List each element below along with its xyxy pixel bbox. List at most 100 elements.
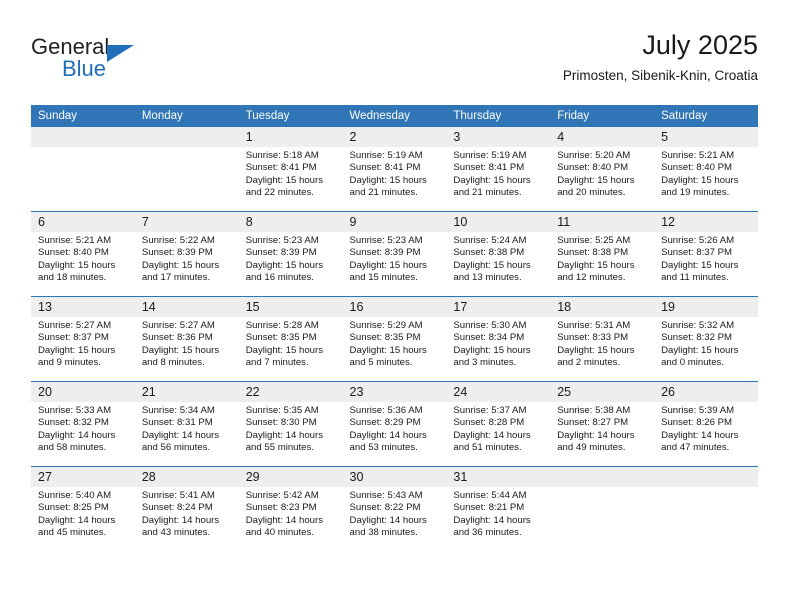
daylight-duration-line2: and 58 minutes. [38,442,107,454]
calendar-day-cell[interactable]: 4 Sunrise: 5:20 AM Sunset: 8:40 PM Daylight… [550,127,655,211]
calendar-day-cell[interactable]: 24 Sunrise: 5:37 AM Sunset: 8:28 PM Dayligh… [446,381,551,466]
calendar-day-cell[interactable]: 11 Sunrise: 5:25 AM Sunset: 8:38 PM Dayligh… [550,211,655,296]
daylight-duration-line1: Daylight: 15 hours [38,344,116,356]
daylight-duration-line2: and 7 minutes. [245,357,309,369]
sunrise-time: Sunrise: 5:39 AM [661,405,735,416]
day-details: Sunrise: 5:40 AM Sunset: 8:25 PM Daylight:… [31,487,135,540]
day-number: 6 [31,212,135,232]
page-title: July 2025 [642,30,758,60]
day-details: Sunrise: 5:31 AM Sunset: 8:33 PM Daylight:… [550,317,654,370]
calendar-day-cell[interactable]: 31 Sunrise: 5:44 AM Sunset: 8:21 PM Dayligh… [446,466,551,551]
day-number: 12 [654,212,758,232]
sunset-time: Sunset: 8:24 PM [141,502,213,514]
sunrise-time: Sunrise: 5:22 AM [141,235,215,246]
calendar-day-cell[interactable]: 28 Sunrise: 5:41 AM Sunset: 8:24 PM Dayligh… [134,466,239,551]
day-details: Sunrise: 5:38 AM Sunset: 8:27 PM Daylight:… [550,402,654,455]
calendar-day-cell[interactable]: 17 Sunrise: 5:30 AM Sunset: 8:34 PM Dayligh… [446,296,551,381]
daylight-duration-line1: Daylight: 14 hours [453,429,531,441]
calendar-day-cell[interactable]: 5 Sunrise: 5:21 AM Sunset: 8:40 PM Daylight… [654,127,758,211]
calendar-day-cell[interactable]: 2 Sunrise: 5:19 AM Sunset: 8:41 PM Daylight… [342,127,447,211]
day-number: 1 [238,127,343,147]
sunset-time: Sunset: 8:32 PM [661,332,732,344]
day-details: Sunrise: 5:21 AM Sunset: 8:40 PM Daylight:… [654,147,758,200]
sunrise-time: Sunrise: 5:34 AM [141,405,215,416]
day-number: 29 [238,467,343,487]
calendar-day-cell[interactable]: 7 Sunrise: 5:22 AM Sunset: 8:39 PM Daylight… [134,211,239,296]
sunset-time: Sunset: 8:41 PM [245,162,317,174]
day-number: 4 [550,127,655,147]
sunset-time: Sunset: 8:26 PM [661,417,732,429]
sunset-time: Sunset: 8:36 PM [141,332,213,344]
daylight-duration-line2: and 16 minutes. [245,272,314,284]
calendar-day-cell[interactable]: 25 Sunrise: 5:38 AM Sunset: 8:27 PM Dayligh… [550,381,655,466]
day-number: 3 [446,127,551,147]
calendar-day-cell[interactable]: 12 Sunrise: 5:26 AM Sunset: 8:37 PM Dayligh… [654,211,758,296]
day-number: 19 [654,297,758,317]
sunset-time: Sunset: 8:34 PM [453,332,525,344]
calendar-day-cell[interactable]: 23 Sunrise: 5:36 AM Sunset: 8:29 PM Dayligh… [342,381,447,466]
daylight-duration-line2: and 18 minutes. [38,272,107,284]
daylight-duration-line2: and 43 minutes. [141,527,211,539]
calendar-day-cell[interactable]: 1 Sunrise: 5:18 AM Sunset: 8:41 PM Daylight… [238,127,343,211]
day-details: Sunrise: 5:33 AM Sunset: 8:32 PM Daylight:… [31,402,135,455]
daylight-duration-line1: Daylight: 15 hours [245,259,324,271]
day-details: Sunrise: 5:19 AM Sunset: 8:41 PM Daylight:… [446,147,550,200]
sunset-time: Sunset: 8:29 PM [349,417,421,429]
day-number: 2 [342,127,447,147]
calendar-day-cell[interactable]: 19 Sunrise: 5:32 AM Sunset: 8:32 PM Dayligh… [654,296,758,381]
calendar-day-cell[interactable]: 13 Sunrise: 5:27 AM Sunset: 8:37 PM Dayligh… [31,296,135,381]
sunrise-time: Sunrise: 5:41 AM [141,490,215,501]
sunrise-time: Sunrise: 5:23 AM [245,235,319,246]
day-details: Sunrise: 5:23 AM Sunset: 8:39 PM Daylight:… [343,232,447,285]
calendar-day-cell[interactable]: 27 Sunrise: 5:40 AM Sunset: 8:25 PM Dayligh… [31,466,135,551]
sunrise-time: Sunrise: 5:29 AM [349,320,423,331]
sunrise-time: Sunrise: 5:37 AM [453,405,527,416]
calendar-day-cell[interactable]: 30 Sunrise: 5:43 AM Sunset: 8:22 PM Dayligh… [342,466,447,551]
calendar-day-cell[interactable]: 3 Sunrise: 5:19 AM Sunset: 8:41 PM Daylight… [446,127,551,211]
day-number: 27 [31,467,135,487]
daylight-duration-line1: Daylight: 15 hours [349,174,427,186]
page-header: General Blue July 2025 Primosten, Sibeni… [31,28,758,94]
day-number: 9 [342,212,447,232]
day-number: 10 [446,212,551,232]
day-details: Sunrise: 5:29 AM Sunset: 8:35 PM Daylight:… [343,317,447,370]
daylight-duration-line2: and 47 minutes. [661,442,730,454]
calendar-day-cell-empty [654,466,758,551]
calendar-day-cell[interactable]: 21 Sunrise: 5:34 AM Sunset: 8:31 PM Dayligh… [134,381,239,466]
sunset-time: Sunset: 8:41 PM [453,162,525,174]
day-number: 21 [134,382,239,402]
calendar-day-cell[interactable]: 8 Sunrise: 5:23 AM Sunset: 8:39 PM Daylight… [238,211,343,296]
sunrise-time: Sunrise: 5:21 AM [38,235,112,246]
sunset-time: Sunset: 8:41 PM [349,162,421,174]
daylight-duration-line2: and 3 minutes. [453,357,517,369]
day-number: 18 [550,297,655,317]
sunset-time: Sunset: 8:37 PM [661,247,732,259]
location-subtitle: Primosten, Sibenik-Knin, Croatia [562,68,758,83]
calendar-day-cell[interactable]: 26 Sunrise: 5:39 AM Sunset: 8:26 PM Dayligh… [654,381,758,466]
calendar-day-cell[interactable]: 9 Sunrise: 5:23 AM Sunset: 8:39 PM Daylight… [342,211,447,296]
sunset-time: Sunset: 8:37 PM [38,332,109,344]
sunrise-time: Sunrise: 5:42 AM [245,490,319,501]
calendar-day-cell[interactable]: 16 Sunrise: 5:29 AM Sunset: 8:35 PM Dayligh… [342,296,447,381]
general-blue-logo[interactable]: General Blue [31,34,211,90]
calendar-day-cell[interactable]: 22 Sunrise: 5:35 AM Sunset: 8:30 PM Dayligh… [238,381,343,466]
calendar-day-cell[interactable]: 10 Sunrise: 5:24 AM Sunset: 8:38 PM Dayligh… [446,211,551,296]
day-details: Sunrise: 5:43 AM Sunset: 8:22 PM Daylight:… [343,487,447,540]
day-details: Sunrise: 5:32 AM Sunset: 8:32 PM Daylight:… [654,317,758,370]
daylight-duration-line2: and 56 minutes. [141,442,211,454]
calendar-day-cell[interactable]: 6 Sunrise: 5:21 AM Sunset: 8:40 PM Daylight… [31,211,135,296]
calendar-page: General Blue July 2025 Primosten, Sibeni… [0,0,792,612]
day-number: 20 [31,382,135,402]
calendar-day-cell[interactable]: 15 Sunrise: 5:28 AM Sunset: 8:35 PM Dayligh… [238,296,343,381]
calendar-day-cell[interactable]: 20 Sunrise: 5:33 AM Sunset: 8:32 PM Dayligh… [31,381,135,466]
sunset-time: Sunset: 8:27 PM [557,417,629,429]
sunrise-time: Sunrise: 5:21 AM [661,150,735,161]
calendar-day-cell[interactable]: 18 Sunrise: 5:31 AM Sunset: 8:33 PM Dayligh… [550,296,655,381]
daylight-duration-line2: and 8 minutes. [141,357,205,369]
sunrise-time: Sunrise: 5:26 AM [661,235,735,246]
calendar-day-cell[interactable]: 29 Sunrise: 5:42 AM Sunset: 8:23 PM Dayligh… [238,466,343,551]
calendar-week-row: 20 Sunrise: 5:33 AM Sunset: 8:32 PM Dayligh… [31,381,758,466]
title-block: July 2025 Primosten, Sibenik-Knin, Croat… [563,28,758,86]
day-number: 26 [654,382,758,402]
calendar-day-cell[interactable]: 14 Sunrise: 5:27 AM Sunset: 8:36 PM Dayligh… [134,296,239,381]
